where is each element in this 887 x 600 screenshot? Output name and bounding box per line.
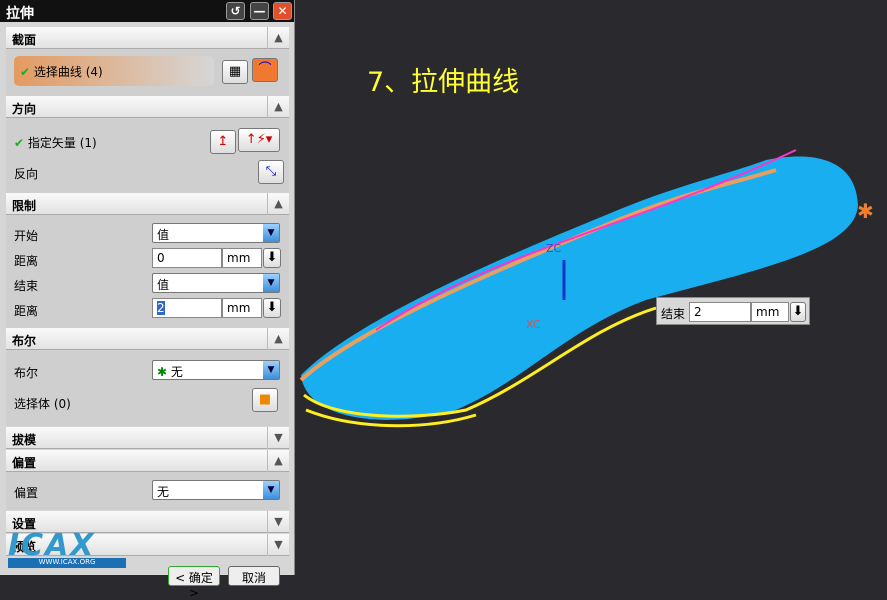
zc-axis-label: ZC [546, 242, 562, 255]
chevron-up-icon: ▲ [267, 328, 289, 350]
solid-body-icon[interactable]: ■ [252, 388, 278, 412]
step-caption: 7、拉伸曲线 [367, 67, 520, 98]
start-label: 开始 [14, 229, 39, 243]
section-header-section[interactable]: 截面 ▲ [6, 27, 289, 49]
unit-label: mm [222, 248, 262, 268]
chevron-down-icon: ▼ [267, 427, 289, 449]
section-header-draft[interactable]: 拔模 ▼ [6, 427, 289, 449]
chevron-up-icon: ▲ [267, 27, 289, 49]
reverse-direction-icon[interactable]: ⤡ [258, 160, 284, 184]
dialog-title: 拉伸 [6, 6, 34, 22]
end-handle-icon: ✱ [857, 199, 874, 223]
section-header-direction[interactable]: 方向 ▲ [6, 96, 289, 118]
popup-distance-input[interactable]: 2 [689, 302, 751, 322]
chevron-up-icon: ▲ [267, 193, 289, 215]
vector-type-dropdown[interactable]: ↑⚡▾ [238, 128, 280, 152]
chevron-up-icon: ▲ [267, 450, 289, 472]
start-distance-label: 距离 [14, 254, 39, 268]
select-curve-row[interactable]: ✔ 选择曲线 (4) [14, 56, 214, 86]
end-distance-popup: 结束 2 mm ⬇ [656, 297, 810, 325]
chevron-down-icon: ▼ [267, 511, 289, 533]
end-label: 结束 [14, 279, 39, 293]
xc-axis-label: XC [526, 318, 541, 331]
section-header-boolean[interactable]: 布尔 ▲ [6, 328, 289, 350]
arrow-down-icon[interactable]: ⬇ [790, 302, 806, 322]
extruded-surface [301, 156, 858, 420]
start-distance-input[interactable]: 0 [152, 248, 222, 268]
close-button[interactable]: ✕ [273, 2, 292, 20]
start-select[interactable]: 值 ▼ [152, 223, 280, 243]
end-distance-label: 距离 [14, 304, 39, 318]
arrow-down-icon[interactable]: ⬇ [263, 248, 281, 268]
end-distance-input[interactable]: 2 [152, 298, 222, 318]
chevron-down-icon: ▼ [267, 534, 289, 556]
curve-icon[interactable]: ⌒ [252, 58, 278, 82]
minimize-button[interactable]: — [250, 2, 269, 20]
check-icon: ✔ [14, 136, 25, 150]
chevron-up-icon: ▲ [267, 96, 289, 118]
section-header-limits[interactable]: 限制 ▲ [6, 193, 289, 215]
cancel-button[interactable]: 取消 [228, 566, 280, 586]
boolean-label: 布尔 [14, 366, 39, 380]
reset-button[interactable]: ↺ [226, 2, 245, 20]
boolean-none-icon: ✱ [157, 365, 168, 379]
ok-button[interactable]: < 确定 > [168, 566, 220, 600]
offset-select[interactable]: 无 ▼ [152, 480, 280, 500]
offset-label: 偏置 [14, 486, 39, 500]
sketch-section-icon[interactable]: ▦ [222, 60, 248, 84]
vector-dialog-icon[interactable]: ↥ [210, 130, 236, 154]
reverse-label: 反向 [14, 167, 39, 181]
extrude-dialog: 拉伸 ↺ — ✕ 截面 ▲ ✔ 选择曲线 (4) ▦ ⌒ 方向 ▲ ✔ 指定矢量 (… [0, 0, 295, 600]
end-select[interactable]: 值 ▼ [152, 273, 280, 293]
section-header-offset[interactable]: 偏置 ▲ [6, 450, 289, 472]
specify-vector-label: 指定矢量 (1) [27, 136, 97, 150]
select-body-label: 选择体 (0) [14, 397, 71, 411]
dialog-titlebar: 拉伸 ↺ — ✕ [0, 0, 294, 22]
icax-logo: ICAX WWW.ICAX.ORG [8, 528, 126, 570]
check-icon: ✔ [20, 65, 31, 79]
boolean-select[interactable]: ✱ 无 ▼ [152, 360, 280, 380]
unit-label: mm [222, 298, 262, 318]
arrow-down-icon[interactable]: ⬇ [263, 298, 281, 318]
